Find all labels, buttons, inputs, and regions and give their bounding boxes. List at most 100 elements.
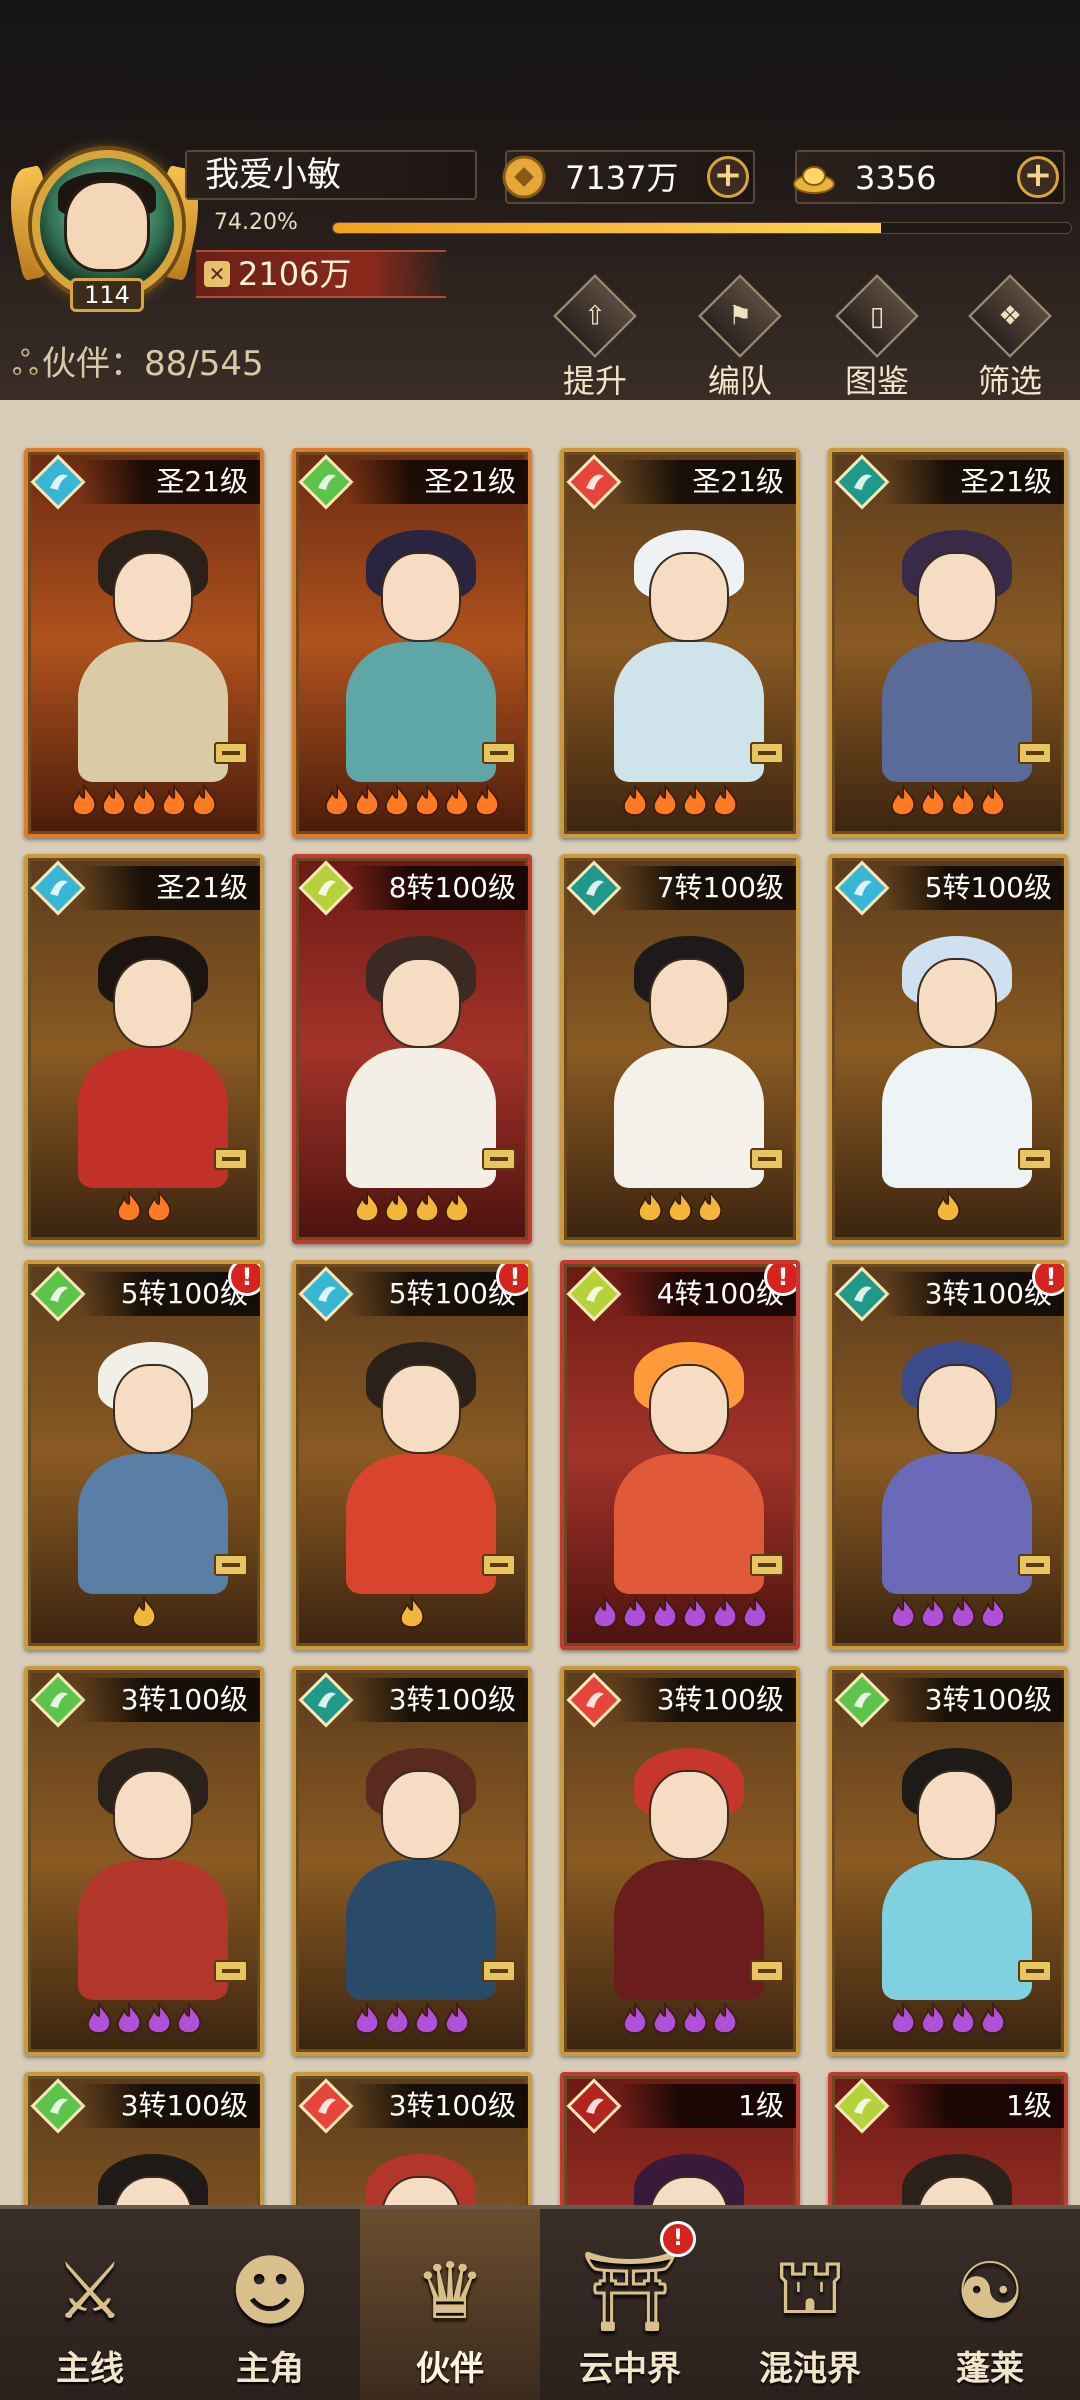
upgrade-button[interactable]: ⇧ 提升 (540, 274, 650, 400)
partner-body (78, 1860, 228, 2000)
equip-icon (214, 742, 248, 764)
flame-star-icon (888, 2001, 918, 2034)
partner-card[interactable]: 7转100级 (560, 854, 800, 1244)
partner-body (346, 1048, 496, 1188)
partner-card[interactable]: 3转100级! (828, 1260, 1068, 1650)
coin-currency: 7137万 + (502, 150, 755, 204)
flame-star-icon (472, 783, 502, 816)
partner-face (917, 552, 997, 642)
partner-count-label: 伙伴：88/545 (42, 344, 264, 384)
gold-ingot-icon (793, 166, 835, 194)
partner-body (78, 642, 228, 782)
add-gold-button[interactable]: + (1017, 156, 1059, 198)
partner-face (113, 958, 193, 1048)
partner-card[interactable]: 3转100级 (292, 2072, 532, 2205)
equip-icon (482, 1960, 516, 1982)
nav-chaos-realm[interactable]: ⛫ 混沌界 (720, 2209, 900, 2400)
nav-hero[interactable]: ☻ 主角 (180, 2209, 360, 2400)
partner-card[interactable]: 4转100级! (560, 1260, 800, 1650)
partner-card[interactable]: 3转100级 (560, 1666, 800, 2056)
upgrade-label: 提升 (562, 362, 627, 400)
add-coin-button[interactable]: + (707, 156, 749, 198)
partner-card[interactable]: 圣21级 (560, 448, 800, 838)
element-light-icon (566, 1266, 622, 1322)
partner-level: 3转100级 (884, 1678, 1064, 1722)
flame-star-icon (84, 2001, 114, 2034)
flame-star-icon (978, 1595, 1008, 1628)
element-dark-icon (834, 454, 890, 510)
flame-star-icon (442, 1189, 472, 1222)
partner-card[interactable]: 3转100级 (24, 1666, 264, 2056)
partner-portrait (58, 1730, 238, 2000)
partner-card[interactable]: 圣21级 (24, 854, 264, 1244)
partner-card[interactable]: 8转100级 (292, 854, 532, 1244)
partner-level: 8转100级 (348, 866, 528, 910)
flame-star-icon (174, 2001, 204, 2034)
partner-body (614, 1048, 764, 1188)
flame-star-icon (382, 1189, 412, 1222)
partner-card[interactable]: 1级 (828, 2072, 1068, 2205)
flame-star-icon (680, 1595, 710, 1628)
flame-star-icon (620, 1595, 650, 1628)
partner-body (614, 1454, 764, 1594)
partner-card[interactable]: 1级 (560, 2072, 800, 2205)
flame-star-icon (159, 783, 189, 816)
filter-button[interactable]: ❖ 筛选 (955, 274, 1065, 400)
partner-portrait (594, 2136, 774, 2205)
partner-body (78, 1454, 228, 1594)
sage-icon: ☯ (955, 2247, 1025, 2337)
equip-icon (750, 1960, 784, 1982)
partner-level: 7转100级 (616, 866, 796, 910)
flame-star-icon (442, 783, 472, 816)
player-avatar[interactable]: 114 (1, 138, 208, 318)
partner-card[interactable]: 3转100级 (828, 1666, 1068, 2056)
partner-body (346, 642, 496, 782)
player-level-badge: 114 (70, 278, 144, 312)
flame-star-icon (635, 1189, 665, 1222)
codex-button[interactable]: ▯ 图鉴 (822, 274, 932, 400)
star-flames (28, 2001, 260, 2042)
partner-card[interactable]: 圣21级 (828, 448, 1068, 838)
partner-level: 圣21级 (884, 460, 1064, 504)
flame-star-icon (695, 1189, 725, 1222)
partner-card[interactable]: 5转100级! (24, 1260, 264, 1650)
bottom-nav: ⚔ 主线 ☻ 主角 ♛ 伙伴 ⛩ 云中界! ⛫ 混沌界 ☯ 蓬莱 (0, 2205, 1080, 2400)
element-dark-icon (298, 1672, 354, 1728)
equip-icon (214, 1554, 248, 1576)
partner-card[interactable]: 圣21级 (292, 448, 532, 838)
element-wood-icon (30, 1266, 86, 1322)
flame-star-icon (620, 2001, 650, 2034)
partner-card[interactable]: 圣21级 (24, 448, 264, 838)
chaos-gate-icon: ⛫ (774, 2242, 846, 2332)
partner-body (346, 1860, 496, 2000)
partner-portrait (862, 2136, 1042, 2205)
element-water-icon (30, 860, 86, 916)
nav-partner[interactable]: ♛ 伙伴 (360, 2209, 540, 2400)
flame-star-icon (918, 2001, 948, 2034)
equip-icon (1018, 1148, 1052, 1170)
partner-grid[interactable]: 圣21级 圣21级 圣21级 圣21级 圣21级 8转100级 7转100级 5转100级 5转… (0, 400, 1080, 2205)
nav-cloud-realm[interactable]: ⛩ 云中界! (540, 2209, 720, 2400)
flame-star-icon (665, 1189, 695, 1222)
formation-label: 编队 (707, 362, 772, 400)
partner-level: 圣21级 (616, 460, 796, 504)
equip-icon (750, 1554, 784, 1576)
partner-body (346, 1454, 496, 1594)
partner-card[interactable]: 5转100级! (292, 1260, 532, 1650)
star-flames (832, 783, 1064, 824)
partner-card[interactable]: 5转100级 (828, 854, 1068, 1244)
partner-card[interactable]: 3转100级 (292, 1666, 532, 2056)
nav-penglai[interactable]: ☯ 蓬莱 (900, 2209, 1080, 2400)
filter-label: 筛选 (977, 362, 1042, 400)
gold-currency: 3356 + (793, 150, 1065, 204)
flame-star-icon (129, 1595, 159, 1628)
nav-mainline[interactable]: ⚔ 主线 (0, 2209, 180, 2400)
partner-face (113, 1364, 193, 1454)
formation-button[interactable]: ⚑ 编队 (685, 274, 795, 400)
alert-badge-icon: ! (764, 1264, 796, 1296)
partner-face (381, 1770, 461, 1860)
partner-card[interactable]: 3转100级 (24, 2072, 264, 2205)
partner-body (882, 1860, 1032, 2000)
flame-star-icon (412, 783, 442, 816)
flame-star-icon (918, 783, 948, 816)
